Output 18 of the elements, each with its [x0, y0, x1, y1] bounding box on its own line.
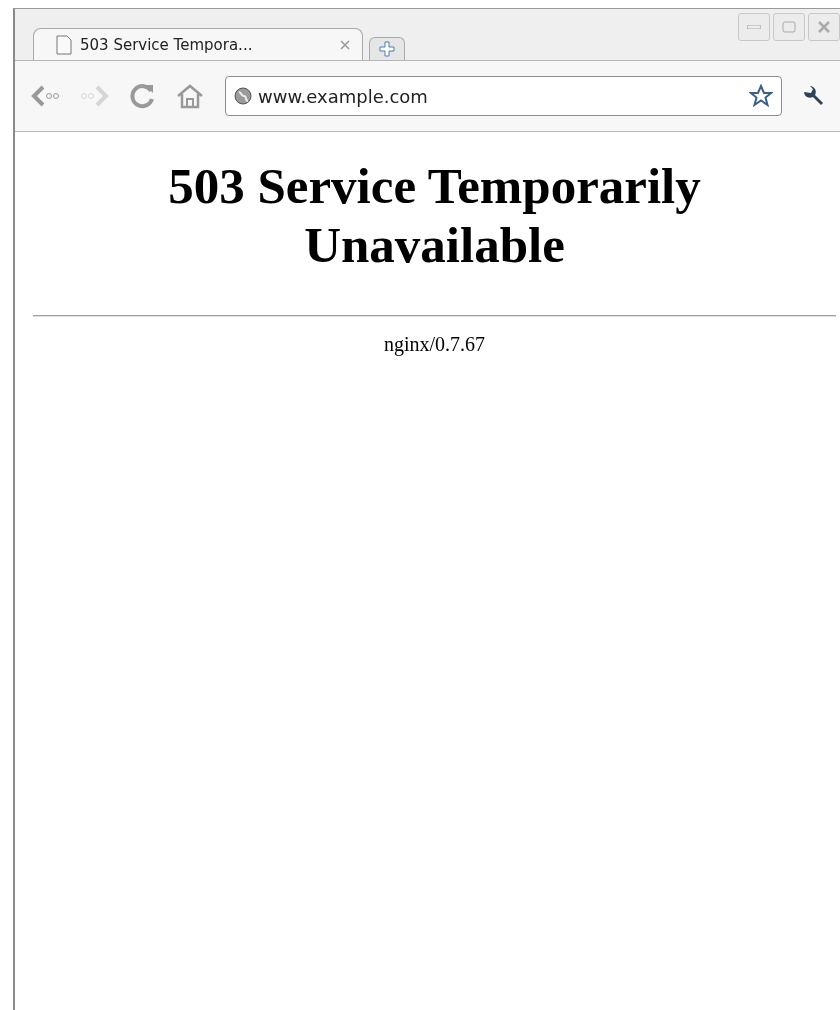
url-input[interactable]: www.example.com: [258, 85, 743, 107]
new-tab-button[interactable]: [369, 37, 405, 60]
plus-icon: [379, 41, 395, 57]
close-button[interactable]: [808, 13, 840, 41]
server-version: nginx/0.7.67: [382, 333, 487, 356]
globe-icon: [234, 87, 252, 105]
address-bar[interactable]: www.example.com: [225, 76, 782, 116]
maximize-button[interactable]: [773, 13, 805, 41]
minimize-icon: [747, 25, 761, 29]
close-icon: [817, 20, 831, 34]
browser-tab[interactable]: 503 Service Tempora...: [33, 28, 363, 60]
page-icon: [56, 34, 72, 55]
minimize-button[interactable]: [738, 13, 770, 41]
star-icon[interactable]: [749, 84, 773, 108]
maximize-icon: [782, 21, 796, 33]
page-heading: 503 Service Temporarily Unavailable: [167, 157, 702, 275]
close-icon[interactable]: [340, 39, 350, 50]
tab-title: 503 Service Tempora...: [80, 35, 254, 54]
